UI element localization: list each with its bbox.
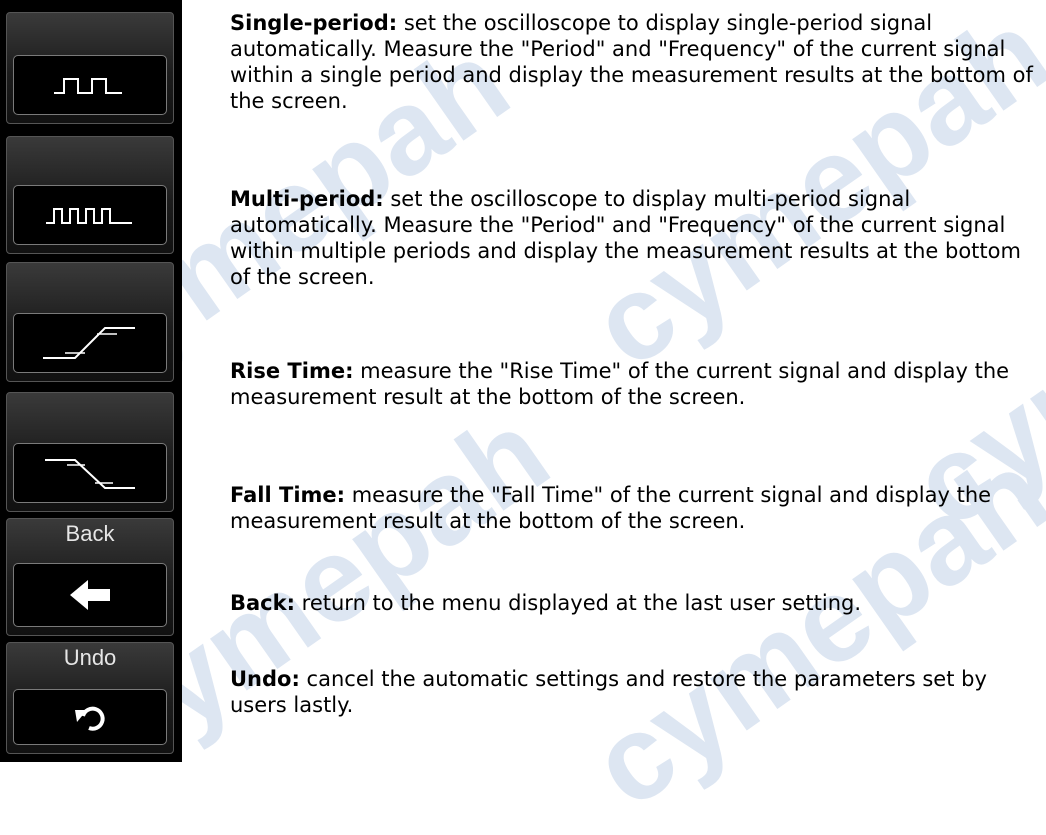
softkey-menu: Back Undo <box>0 0 182 762</box>
fall-time-icon <box>45 459 135 489</box>
back-button[interactable] <box>13 563 167 627</box>
undo-button[interactable] <box>13 689 167 745</box>
term: Fall Time: <box>230 483 346 507</box>
description: measure the "Fall Time" of the current s… <box>230 483 992 533</box>
menu-item-undo[interactable]: Undo <box>6 642 174 754</box>
menu-item-single-period[interactable] <box>6 12 174 124</box>
desc-multi-period: Multi-period: set the oscilloscope to di… <box>230 186 1040 290</box>
undo-icon <box>75 706 105 731</box>
desc-fall-time: Fall Time: measure the "Fall Time" of th… <box>230 482 1040 534</box>
undo-label: Undo <box>63 645 117 670</box>
term: Single-period: <box>230 11 398 35</box>
multi-period-icon <box>46 208 132 224</box>
multi-period-button[interactable] <box>13 185 167 245</box>
term: Rise Time: <box>230 359 354 383</box>
single-period-button[interactable] <box>13 55 167 115</box>
term: Back: <box>230 591 295 615</box>
fall-time-button[interactable] <box>13 443 167 503</box>
term: Undo: <box>230 667 300 691</box>
description: cancel the automatic settings and restor… <box>230 667 987 717</box>
rise-time-icon <box>43 327 135 359</box>
description: return to the menu displayed at the last… <box>295 591 862 615</box>
desc-back: Back: return to the menu displayed at th… <box>230 590 1040 616</box>
menu-item-multi-period[interactable] <box>6 136 174 254</box>
menu-item-rise-time[interactable] <box>6 262 174 382</box>
single-period-icon <box>54 78 122 94</box>
back-arrow-icon <box>70 580 110 610</box>
term: Multi-period: <box>230 187 384 211</box>
menu-item-back[interactable]: Back <box>6 518 174 636</box>
back-label: Back <box>65 521 115 546</box>
desc-undo: Undo: cancel the automatic settings and … <box>230 666 1040 718</box>
desc-rise-time: Rise Time: measure the "Rise Time" of th… <box>230 358 1040 410</box>
menu-item-fall-time[interactable] <box>6 392 174 512</box>
desc-single-period: Single-period: set the oscilloscope to d… <box>230 10 1040 114</box>
rise-time-button[interactable] <box>13 313 167 373</box>
